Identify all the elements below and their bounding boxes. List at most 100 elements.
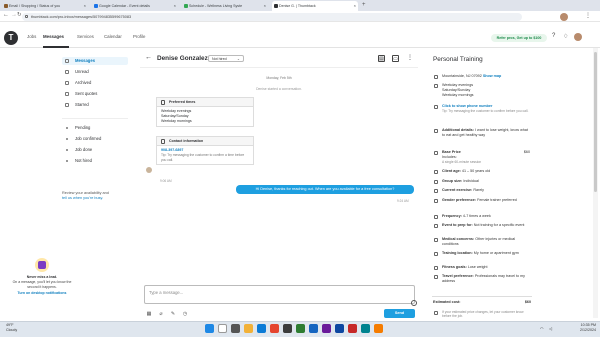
detail-event: Event to prep for: Not training for a sp… [442, 223, 525, 227]
sidebar-item-sent-quotes[interactable]: Sent quotes [62, 90, 128, 98]
phone-icon [161, 139, 165, 144]
close-icon[interactable]: × [174, 1, 176, 11]
detail-icon [434, 252, 438, 256]
template-icon[interactable]: ▦ [146, 311, 152, 317]
pencil-icon[interactable]: ✎ [170, 311, 176, 317]
sidebar-item-job-confirmed[interactable]: Job confirmed [62, 135, 128, 143]
status-dot-icon [66, 127, 68, 129]
grammar-icon[interactable] [411, 300, 417, 306]
detail-frequency: Frequency: 4-7 times a week [442, 214, 491, 218]
sent-message-bubble: Hi Denise, thanks for reaching out. When… [236, 185, 414, 194]
detail-current-exercise: Current exercise: Rarely [442, 188, 485, 192]
attachment-icon[interactable]: ⌀ [158, 311, 164, 317]
browser-tab[interactable]: Schedule - Wellness Living Syste × [182, 1, 268, 11]
detail-icon [434, 180, 438, 184]
preferred-times-list: Weekday evenings Saturday/Sunday Weekday… [442, 83, 474, 97]
app-icon[interactable] [361, 324, 370, 333]
enable-notifications-link[interactable]: Turn on desktop notifications [7, 291, 77, 295]
estimated-cost-note: If your estimated price changes, let you… [442, 310, 524, 318]
more-menu-icon[interactable]: ⋮ [585, 12, 591, 19]
edge-icon[interactable] [257, 324, 266, 333]
wifi-icon[interactable]: ◠ [540, 326, 544, 331]
store-icon[interactable] [283, 324, 292, 333]
nav-messages[interactable]: Messages [43, 34, 64, 39]
nav-jobs[interactable]: Jobs [27, 34, 36, 39]
back-arrow-icon[interactable]: ← [3, 12, 9, 18]
sidebar-item-job-done[interactable]: Job done [62, 146, 128, 154]
scrollbar-thumb[interactable] [594, 52, 597, 192]
app-icon[interactable] [348, 324, 357, 333]
excel-icon[interactable] [296, 324, 305, 333]
sidebar-item-pending[interactable]: Pending [62, 124, 128, 132]
new-tab-icon[interactable]: + [362, 2, 366, 8]
notification-promo: Never miss a lead. On a message, you'll … [7, 258, 77, 308]
schedule-icon[interactable]: ◷ [182, 311, 188, 317]
sidebar-item-messages[interactable]: Messages [62, 57, 128, 65]
hire-status-dropdown[interactable]: Not hired ⌄ [208, 55, 244, 62]
nav-services[interactable]: Services [77, 34, 94, 39]
detail-icon [434, 189, 438, 193]
quote-icon [65, 92, 69, 96]
browser-tab[interactable]: Email / Shopping / Status of you × [2, 1, 88, 11]
location-line: Mountainside, NJ 07092 Show map [442, 74, 502, 78]
sidebar-item-starred[interactable]: Starred [62, 101, 128, 109]
back-arrow-icon[interactable]: ← [145, 54, 152, 61]
search-icon[interactable] [218, 324, 227, 333]
volume-icon[interactable]: ◁ [549, 326, 552, 331]
sidebar-item-not-hired[interactable]: Not hired [62, 157, 128, 165]
detail-fitness-goals: Fitness goals: Lose weight [442, 265, 488, 269]
details-divider [432, 296, 532, 297]
more-options-icon[interactable]: ⋮ [407, 54, 413, 61]
status-dot-icon [66, 160, 68, 162]
task-view-icon[interactable] [231, 324, 240, 333]
detail-client-age: Client age: 41 – 50 years old [442, 169, 491, 173]
refer-pros-button[interactable]: Refer pros, Get up to $100 [491, 34, 547, 42]
service-title: Personal Training [433, 56, 483, 63]
message-input[interactable]: Type a message... [144, 285, 415, 304]
estimated-cost: Estimated cost: $60 [433, 300, 531, 304]
profile-avatar[interactable] [560, 13, 568, 21]
word-icon[interactable] [309, 324, 318, 333]
chrome-icon[interactable] [270, 324, 279, 333]
thumbtack-logo[interactable]: T [4, 31, 18, 45]
nav-active-indicator [43, 46, 69, 48]
notification-illustration [35, 258, 49, 272]
outlook-icon[interactable] [335, 324, 344, 333]
sidebar-item-unread[interactable]: Unread [62, 68, 128, 76]
teams-icon[interactable] [322, 324, 331, 333]
windows-start-icon[interactable] [205, 324, 214, 333]
tab-favicon [274, 4, 278, 8]
help-icon[interactable]: ? [552, 33, 555, 39]
detail-travel: Travel preference: Professionals may tra… [442, 274, 526, 283]
bell-icon[interactable]: ♢ [563, 33, 568, 40]
close-icon[interactable]: × [264, 1, 266, 11]
show-map-link[interactable]: Show map [483, 74, 501, 78]
detail-icon [434, 199, 438, 203]
lock-icon [25, 15, 28, 18]
file-explorer-icon[interactable] [244, 324, 253, 333]
close-icon[interactable]: × [354, 1, 356, 11]
location-icon [434, 75, 438, 79]
browser-tab[interactable]: Google Calendar - Event details × [92, 1, 178, 11]
sidebar-item-archived[interactable]: Archived [62, 79, 128, 87]
nav-profile[interactable]: Profile [133, 34, 145, 39]
conversation-started-note: Denise started a conversation. [256, 87, 302, 91]
archive-icon[interactable]: ▭ [392, 55, 399, 62]
availability-link[interactable]: tell us when you're busy. [62, 196, 103, 200]
calendar-icon[interactable]: ▤ [378, 55, 385, 62]
weather-widget[interactable]: 49°F Cloudy [6, 323, 17, 333]
tab-favicon [184, 4, 188, 8]
contact-name: Denise Gonzalez [157, 55, 208, 62]
user-avatar[interactable] [574, 33, 582, 41]
nav-calendar[interactable]: Calendar [104, 34, 122, 39]
send-button[interactable]: Send [384, 309, 415, 318]
close-icon[interactable]: × [84, 1, 86, 11]
system-clock[interactable]: 10:35 PM 2/12/2024 [562, 323, 596, 333]
url-bar[interactable]: thumbtack.com/pro-inbox/messages/5079948… [22, 13, 522, 21]
app-icon[interactable] [374, 324, 383, 333]
reload-icon[interactable]: ↻ [17, 12, 22, 18]
browser-tab-active[interactable]: Denise G. | Thumbtack × [272, 1, 358, 11]
tag-icon [434, 151, 438, 155]
availability-reminder: Review your availability and tell us when… [62, 191, 109, 200]
base-price: Base Price $60 Includes: A single 60-minu… [442, 150, 530, 164]
